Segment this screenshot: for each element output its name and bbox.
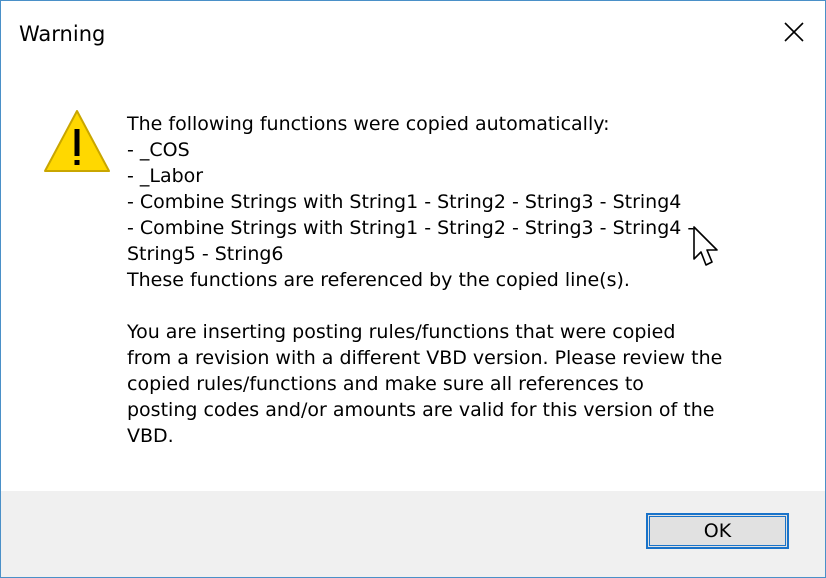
- message-line: The following functions were copied auto…: [127, 113, 610, 135]
- message-line: These functions are referenced by the co…: [127, 269, 630, 291]
- title-bar[interactable]: Warning: [1, 1, 825, 65]
- message-text: The following functions were copied auto…: [127, 111, 807, 449]
- warning-icon: [44, 110, 110, 172]
- mouse-pointer-icon: [693, 226, 718, 266]
- message-line: copied rules/functions and make sure all…: [127, 373, 644, 395]
- button-bar: OK: [1, 491, 825, 577]
- focus-ring: [649, 516, 786, 546]
- message-line: [127, 293, 807, 319]
- message-line: VBD.: [127, 425, 174, 447]
- window-title: Warning: [19, 22, 106, 46]
- message-line: posting codes and/or amounts are valid f…: [127, 399, 715, 421]
- close-button[interactable]: [763, 1, 825, 63]
- message-line: - _COS: [127, 139, 190, 161]
- message-line: - _Labor: [127, 165, 204, 187]
- message-line: - Combine Strings with String1 - String2…: [127, 191, 682, 213]
- close-icon: [784, 22, 804, 42]
- message-line: from a revision with a different VBD ver…: [127, 347, 723, 369]
- message-line: You are inserting posting rules/function…: [127, 321, 676, 343]
- warning-dialog: Warning The following functions were cop…: [0, 0, 826, 578]
- ok-button[interactable]: OK: [646, 513, 789, 549]
